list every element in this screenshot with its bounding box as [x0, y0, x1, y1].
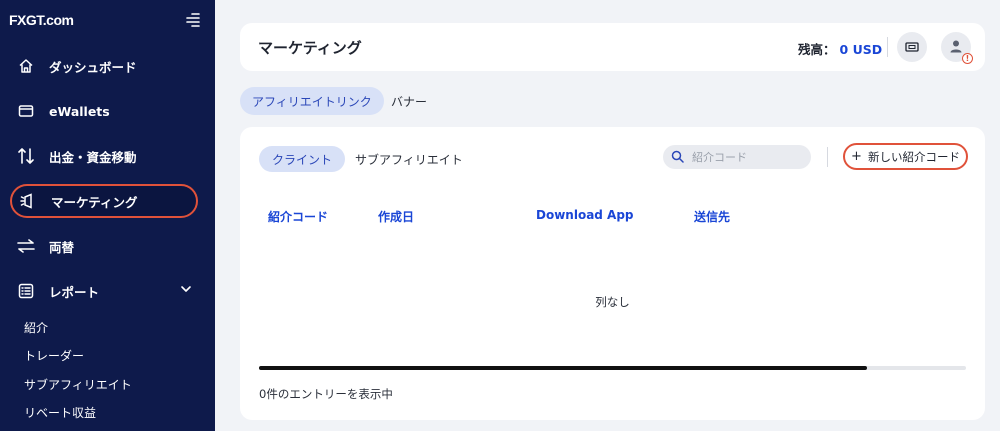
divider	[827, 147, 828, 167]
sidebar-subitem-rebate[interactable]: リベート収益	[24, 404, 96, 421]
horizontal-scrollbar[interactable]	[259, 366, 966, 370]
entries-count: 0件のエントリーを表示中	[259, 387, 393, 401]
cash-icon	[905, 38, 919, 57]
search-input[interactable]	[692, 150, 802, 164]
sidebar-item-dashboard[interactable]: ダッシュボード	[10, 49, 198, 83]
exchange-icon	[15, 235, 37, 257]
sidebar-subitem-subaffiliate[interactable]: サブアフィリエイト	[24, 376, 132, 393]
user-icon	[949, 38, 963, 57]
fxgt-logo[interactable]: FXGT.com	[9, 12, 74, 28]
deposit-button[interactable]	[897, 32, 927, 62]
sidebar-item-exchange[interactable]: 両替	[10, 229, 198, 263]
tab-client[interactable]: クライント	[259, 146, 346, 172]
search-box[interactable]	[663, 145, 811, 169]
search-icon	[671, 148, 684, 167]
column-header-referral-code[interactable]: 紹介コード	[268, 208, 328, 225]
report-icon	[15, 280, 37, 302]
scrollbar-thumb[interactable]	[259, 366, 868, 370]
sidebar-item-label: レポート	[49, 284, 100, 300]
divider	[887, 37, 888, 57]
plus-icon: +	[851, 149, 862, 164]
account-button[interactable]: !	[941, 32, 973, 64]
column-header-download-app[interactable]: Download App	[536, 208, 634, 222]
sidebar-item-withdrawal[interactable]: 出金・資金移動	[10, 139, 198, 173]
transfer-icon	[15, 145, 37, 167]
marketing-icon	[17, 190, 39, 212]
alert-icon: !	[962, 53, 973, 64]
balance-amount: 0 USD	[839, 42, 883, 57]
new-referral-code-button[interactable]: + 新しい紹介コード	[843, 143, 968, 170]
menu-collapse-icon[interactable]	[184, 12, 200, 28]
page-title: マーケティング	[258, 39, 362, 57]
sidebar-item-ewallets[interactable]: eWallets	[10, 94, 198, 128]
page-header: マーケティング 残高： 0 USD !	[240, 23, 985, 71]
sidebar: FXGT.com ダッシュボード eWallets 出金・資金移動 マーケティン…	[0, 0, 215, 431]
new-code-label: 新しい紹介コード	[867, 149, 960, 164]
column-header-recipient[interactable]: 送信先	[694, 208, 730, 225]
tab-affiliate-link[interactable]: アフィリエイトリンク	[240, 87, 384, 115]
sidebar-subitem-referral[interactable]: 紹介	[24, 319, 48, 336]
home-icon	[15, 55, 37, 77]
tab-banner[interactable]: バナー	[379, 87, 439, 115]
balance-display: 残高： 0 USD	[798, 39, 882, 58]
sidebar-item-label: 出金・資金移動	[49, 149, 137, 165]
referral-codes-panel: クライント サブアフィリエイト + 新しい紹介コード 紹介コード 作成日 Dow…	[240, 127, 985, 420]
wallet-icon	[15, 100, 37, 122]
sidebar-item-label: 両替	[49, 239, 75, 255]
chevron-down-icon[interactable]	[180, 283, 192, 298]
empty-table-message: 列なし	[595, 295, 630, 309]
sidebar-item-marketing[interactable]: マーケティング	[10, 184, 198, 218]
sidebar-item-label: ダッシュボード	[49, 59, 137, 75]
tab-sub-affiliate[interactable]: サブアフィリエイト	[342, 146, 476, 172]
sidebar-item-report[interactable]: レポート	[10, 274, 198, 308]
sidebar-item-label: eWallets	[49, 103, 110, 119]
column-header-created-date[interactable]: 作成日	[378, 208, 414, 225]
sidebar-subitem-trader[interactable]: トレーダー	[24, 347, 84, 364]
sidebar-item-label: マーケティング	[51, 194, 138, 210]
balance-label: 残高：	[798, 42, 836, 57]
